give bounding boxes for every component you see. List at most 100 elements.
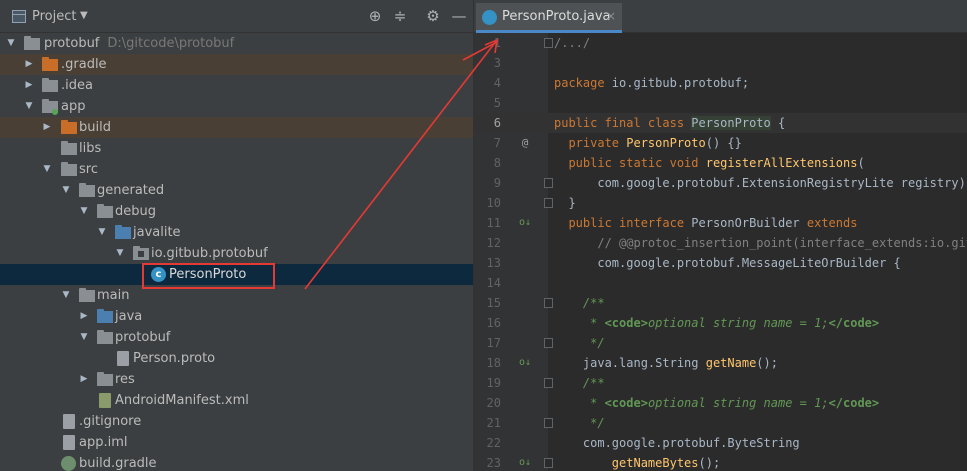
tab-personproto-java[interactable]: PersonProto.java ×: [476, 3, 622, 33]
tree-item-person-proto[interactable]: Person.proto: [0, 348, 473, 369]
code-line[interactable]: 16 * <code>optional string name = 1;</co…: [474, 313, 967, 333]
code-line[interactable]: 20 * <code>optional string name = 1;</co…: [474, 393, 967, 413]
code-line[interactable]: 8 public static void registerAllExtensio…: [474, 153, 967, 173]
tree-item-java[interactable]: ▶ java: [0, 306, 473, 327]
gradle-icon: [61, 456, 76, 471]
collapse-all-icon[interactable]: ≑: [391, 7, 409, 25]
tree-item-app-iml[interactable]: app.iml: [0, 432, 473, 453]
tree-item-label: build.gradle: [79, 456, 157, 471]
fold-icon[interactable]: [544, 198, 553, 208]
tree-item-debug[interactable]: ▼ debug: [0, 201, 473, 222]
tree-item-package[interactable]: ▼ io.gitbub.protobuf: [0, 243, 473, 264]
code-line[interactable]: 18 o↓ java.lang.String getName();: [474, 353, 967, 373]
tree-item-build-gradle[interactable]: build.gradle: [0, 453, 473, 471]
module-folder-icon: [24, 36, 40, 50]
fold-icon[interactable]: [544, 458, 553, 468]
tree-item-idea[interactable]: ▶ .idea: [0, 75, 473, 96]
source-folder-icon: [115, 225, 131, 239]
tree-item-label: .gitignore: [79, 414, 142, 429]
expand-arrow-icon[interactable]: ▼: [61, 184, 71, 196]
tree-item-label: app.iml: [79, 435, 128, 450]
tree-item-gradle-dir[interactable]: ▶ .gradle: [0, 54, 473, 75]
java-class-icon: [482, 10, 497, 25]
implemented-marker-icon[interactable]: o↓: [518, 453, 532, 471]
expand-arrow-icon[interactable]: ▼: [97, 226, 107, 238]
tree-item-label: main: [97, 288, 130, 303]
editor-tab-bar: PersonProto.java ×: [474, 0, 967, 33]
tree-item-app[interactable]: ▼ app: [0, 96, 473, 117]
gear-icon[interactable]: ⚙: [424, 7, 442, 25]
fold-icon[interactable]: [544, 418, 553, 428]
resources-folder-icon: [97, 372, 113, 386]
code-editor: PersonProto.java × 1 /.../ 3 4 package i…: [473, 0, 967, 471]
override-marker-icon[interactable]: @: [518, 133, 532, 153]
hide-panel-icon[interactable]: —: [450, 7, 468, 25]
code-line[interactable]: 10 }: [474, 193, 967, 213]
tree-item-res[interactable]: ▶ res: [0, 369, 473, 390]
code-line[interactable]: 19 /**: [474, 373, 967, 393]
fold-icon[interactable]: [544, 178, 553, 188]
code-line[interactable]: 23 o↓ getNameBytes();: [474, 453, 967, 471]
collapsed-arrow-icon[interactable]: ▶: [79, 310, 89, 322]
fold-icon[interactable]: [544, 38, 553, 48]
tree-item-generated[interactable]: ▼ generated: [0, 180, 473, 201]
code-line[interactable]: 9 com.google.protobuf.ExtensionRegistryL…: [474, 173, 967, 193]
code-line[interactable]: 13 com.google.protobuf.MessageLiteOrBuil…: [474, 253, 967, 273]
scroll-from-source-icon[interactable]: ⊕: [366, 7, 384, 25]
tree-item-gitignore[interactable]: .gitignore: [0, 411, 473, 432]
project-tool-window: Project ▼ ⊕ ≑ ⚙ — ▼ protobuf D:\gitcode\p…: [0, 0, 473, 471]
code-line[interactable]: 12 // @@protoc_insertion_point(interface…: [474, 233, 967, 253]
tree-item-label: AndroidManifest.xml: [115, 393, 249, 408]
collapsed-arrow-icon[interactable]: ▶: [42, 121, 52, 133]
tree-item-label: build: [79, 120, 111, 135]
fold-icon[interactable]: [544, 378, 553, 388]
code-line[interactable]: 11 o↓ public interface PersonOrBuilder e…: [474, 213, 967, 233]
expand-arrow-icon[interactable]: ▼: [24, 100, 34, 112]
expand-arrow-icon[interactable]: ▼: [79, 331, 89, 343]
code-line[interactable]: 17 */: [474, 333, 967, 353]
code-line[interactable]: 1 /.../: [474, 33, 967, 53]
folder-icon: [61, 141, 77, 155]
tree-item-build[interactable]: ▶ build: [0, 117, 473, 138]
excluded-folder-icon: [42, 57, 58, 71]
module-folder-icon: [42, 99, 58, 115]
tree-item-libs[interactable]: libs: [0, 138, 473, 159]
expand-arrow-icon[interactable]: ▼: [42, 163, 52, 175]
tree-item-label: res: [115, 372, 135, 387]
fold-icon[interactable]: [544, 298, 553, 308]
expand-arrow-icon[interactable]: ▼: [115, 247, 125, 259]
code-line[interactable]: 5: [474, 93, 967, 113]
project-panel-header: Project ▼ ⊕ ≑ ⚙ —: [0, 0, 473, 33]
code-line[interactable]: 7 @ private PersonProto() {}: [474, 133, 967, 153]
implemented-marker-icon[interactable]: o↓: [518, 213, 532, 233]
fold-icon[interactable]: [544, 338, 553, 348]
tree-item-protobuf-root[interactable]: ▼ protobuf D:\gitcode\protobuf: [0, 33, 473, 54]
code-line[interactable]: 21 */: [474, 413, 967, 433]
tree-item-javalite[interactable]: ▼ javalite: [0, 222, 473, 243]
expand-arrow-icon[interactable]: ▼: [6, 37, 16, 49]
tree-item-label: java: [115, 309, 143, 324]
tree-item-manifest[interactable]: AndroidManifest.xml: [0, 390, 473, 411]
source-folder-icon: [97, 309, 113, 323]
project-view-selector[interactable]: Project: [32, 9, 76, 24]
expand-arrow-icon[interactable]: ▼: [79, 205, 89, 217]
tree-item-label: .gradle: [61, 57, 107, 72]
folder-icon: [97, 204, 113, 218]
collapsed-arrow-icon[interactable]: ▶: [79, 373, 89, 385]
code-line[interactable]: 3: [474, 53, 967, 73]
collapsed-arrow-icon[interactable]: ▶: [24, 79, 34, 91]
folder-icon: [97, 330, 113, 344]
tree-item-src[interactable]: ▼ src: [0, 159, 473, 180]
code-line[interactable]: 14: [474, 273, 967, 293]
collapsed-arrow-icon[interactable]: ▶: [24, 58, 34, 70]
code-line[interactable]: 4 package io.gitbub.protobuf;: [474, 73, 967, 93]
tree-item-protobuf-dir[interactable]: ▼ protobuf: [0, 327, 473, 348]
expand-arrow-icon[interactable]: ▼: [61, 289, 71, 301]
chevron-down-icon[interactable]: ▼: [80, 10, 88, 21]
code-line[interactable]: 22 com.google.protobuf.ByteString: [474, 433, 967, 453]
close-icon[interactable]: ×: [606, 9, 616, 23]
folder-icon: [61, 162, 77, 176]
implemented-marker-icon[interactable]: o↓: [518, 353, 532, 373]
code-line[interactable]: 15 /**: [474, 293, 967, 313]
code-line-current[interactable]: 6 public final class PersonProto {: [474, 113, 967, 133]
